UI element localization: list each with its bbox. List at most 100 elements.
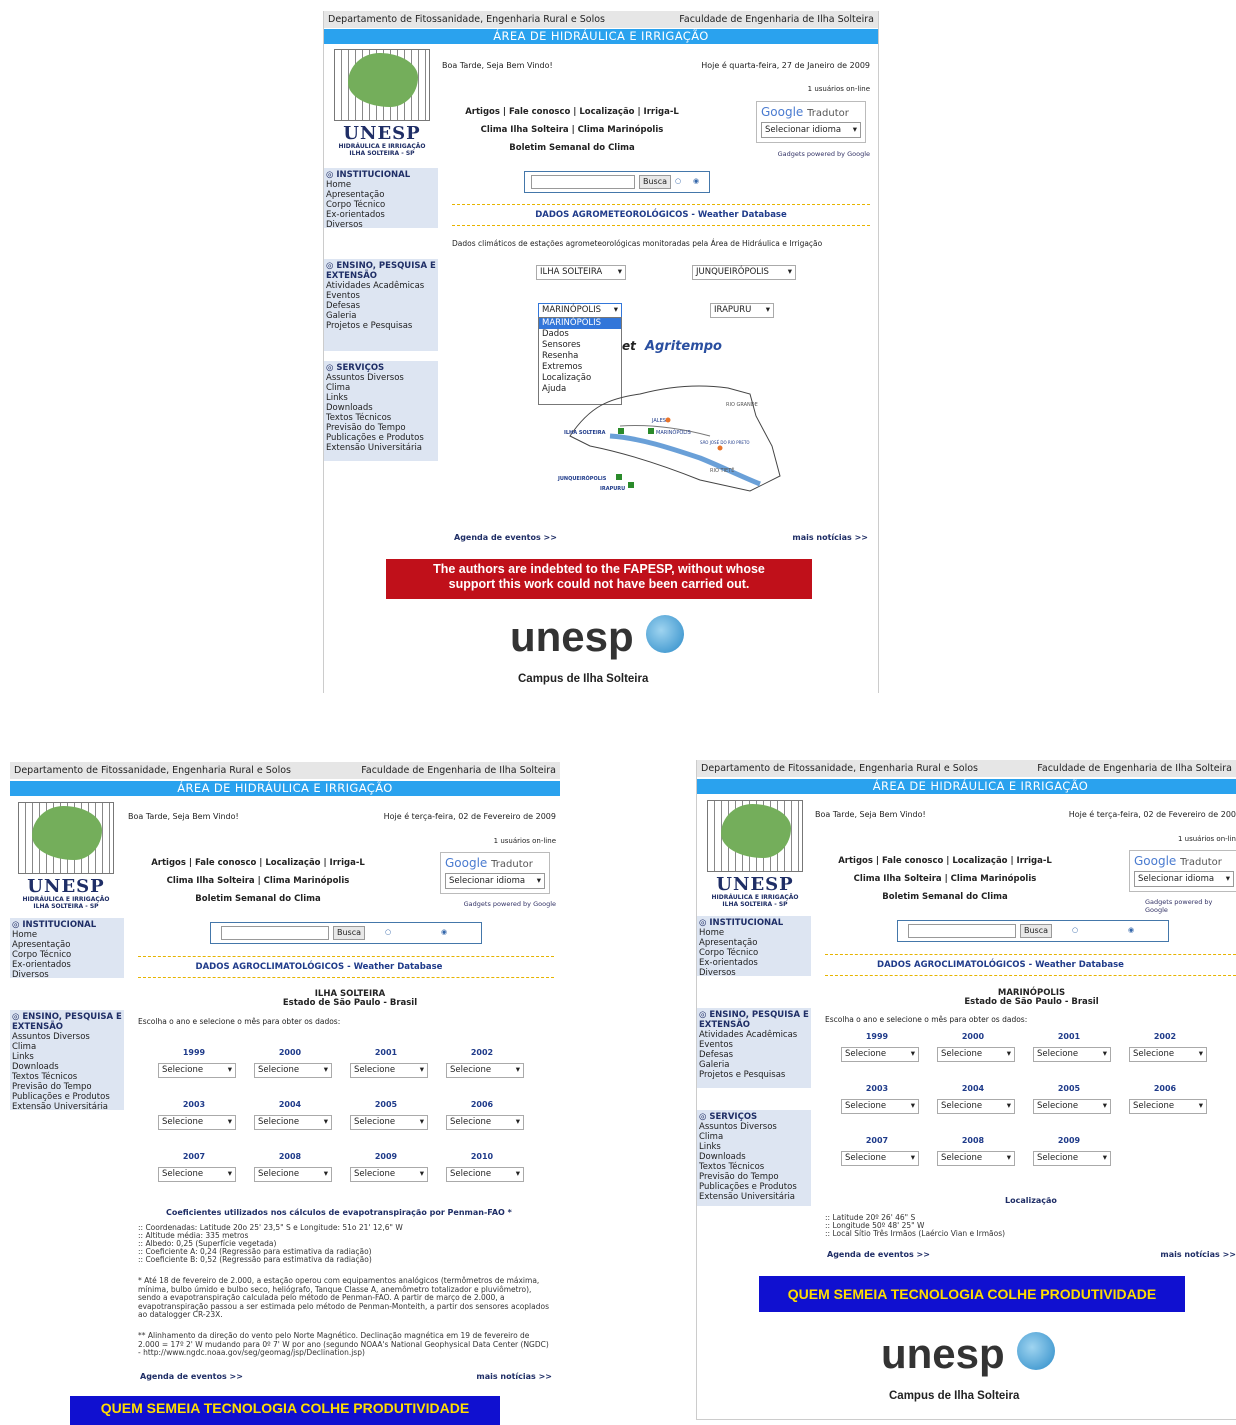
sidebar-item[interactable]: Links [699,1142,811,1152]
gadgets-link[interactable]: Gadgets powered by Google [778,150,870,158]
radio-internet[interactable]: ○ [385,928,391,936]
sidebar-item[interactable]: Projetos e Pesquisas [699,1070,811,1080]
sidebar-item-apresentacao[interactable]: Apresentação [326,190,438,200]
nav-line-3[interactable]: Boletim Semanal do Clima [442,143,702,153]
month-select-2007[interactable]: Selecione [158,1167,236,1182]
sidebar-item[interactable]: Atividades Acadêmicas [699,1030,811,1040]
sidebar-item[interactable]: Previsão do Tempo [699,1172,811,1182]
search-input[interactable] [531,175,635,189]
sidebar-item[interactable]: Publicações e Produtos [699,1182,811,1192]
month-select-2008[interactable]: Selecione [937,1151,1015,1166]
month-select-1999[interactable]: Selecione [158,1063,236,1078]
gadgets-link[interactable]: Gadgets powered by Google [464,900,556,908]
radio-site[interactable]: ◉ [441,928,447,936]
search-input[interactable] [908,924,1016,938]
sidebar-item[interactable]: Defesas [326,301,438,311]
month-select-2006[interactable]: Selecione [446,1115,524,1130]
dropdown-option[interactable]: Dados [539,329,621,340]
radio-internet[interactable]: ○ [675,177,681,185]
dropdown-option[interactable]: Resenha [539,351,621,362]
radio-site[interactable]: ◉ [693,177,699,185]
nav-line-2[interactable]: Clima Ilha Solteira | Clima Marinópolis [442,125,702,135]
month-select-2006[interactable]: Selecione [1129,1099,1207,1114]
sidebar-item[interactable]: Projetos e Pesquisas [326,321,438,331]
nav-line-1[interactable]: Artigos | Fale conosco | Localização | I… [128,858,388,868]
sidebar-item[interactable]: Publicações e Produtos [12,1092,124,1102]
sidebar-item[interactable]: Clima [326,383,438,393]
sidebar-item[interactable]: Extensão Universitária [12,1102,124,1112]
language-select[interactable]: Selecionar idioma [1134,871,1234,887]
sidebar-item[interactable]: Previsão do Tempo [326,423,438,433]
sidebar-item-ex-orientados[interactable]: Ex-orientados [699,958,811,968]
more-news-link[interactable]: mais notícias >> [476,1372,552,1381]
dropdown-option[interactable]: Sensores [539,340,621,351]
sidebar-item[interactable]: Clima [12,1042,124,1052]
sidebar-item[interactable]: Downloads [12,1062,124,1072]
month-select-2003[interactable]: Selecione [841,1099,919,1114]
sidebar-item-ex-orientados[interactable]: Ex-orientados [326,210,438,220]
sidebar-item[interactable]: Galeria [699,1060,811,1070]
month-select-2009[interactable]: Selecione [1033,1151,1111,1166]
search-input[interactable] [221,926,329,940]
dropdown-option[interactable]: Extremos [539,362,621,373]
sidebar-item[interactable]: Extensão Universitária [326,443,438,453]
sidebar-item[interactable]: Textos Técnicos [12,1072,124,1082]
sidebar-item-apresentacao[interactable]: Apresentação [699,938,811,948]
sidebar-item-diversos[interactable]: Diversos [699,968,811,978]
month-select-2003[interactable]: Selecione [158,1115,236,1130]
sidebar-item-home[interactable]: Home [326,180,438,190]
more-news-link[interactable]: mais notícias >> [1160,1250,1236,1259]
sidebar-item[interactable]: Extensão Universitária [699,1192,811,1202]
month-select-2002[interactable]: Selecione [1129,1047,1207,1062]
sidebar-item-home[interactable]: Home [12,930,124,940]
search-button[interactable]: Busca [1020,924,1052,938]
nav-line-1[interactable]: Artigos | Fale conosco | Localização | I… [442,107,702,117]
agenda-link[interactable]: Agenda de eventos >> [454,533,557,542]
language-select[interactable]: Selecionar idioma [445,873,545,889]
month-select-2010[interactable]: Selecione [446,1167,524,1182]
month-select-2001[interactable]: Selecione [1033,1047,1111,1062]
sidebar-item[interactable]: Defesas [699,1050,811,1060]
station-select-irapuru[interactable]: IRAPURU [710,303,774,318]
sidebar-item-diversos[interactable]: Diversos [12,970,124,980]
nav-line-2[interactable]: Clima Ilha Solteira | Clima Marinópolis [128,876,388,886]
gadgets-link[interactable]: Gadgets powered by Google [1145,898,1236,914]
month-select-2008[interactable]: Selecione [254,1167,332,1182]
sidebar-item[interactable]: Atividades Acadêmicas [326,281,438,291]
sidebar-item[interactable]: Galeria [326,311,438,321]
search-button[interactable]: Busca [639,175,671,189]
unesp-logo[interactable]: UNESP HIDRÁULICA E IRRIGAÇÃO ILHA SOLTEIR… [334,49,434,159]
station-map[interactable]: ILHA SOLTEIRA MARINÓPOLIS JUNQUEIRÓPOLIS… [550,376,784,496]
sidebar-item[interactable]: Textos Técnicos [699,1162,811,1172]
sidebar-item[interactable]: Clima [699,1132,811,1142]
sidebar-item[interactable]: Assuntos Diversos [699,1122,811,1132]
month-select-2002[interactable]: Selecione [446,1063,524,1078]
unesp-logo[interactable]: UNESP HIDRÁULICA E IRRIGAÇÃO ILHA SOLTEIR… [707,800,807,910]
radio-internet[interactable]: ○ [1072,926,1078,934]
sidebar-item[interactable]: Downloads [699,1152,811,1162]
sidebar-item[interactable]: Eventos [326,291,438,301]
month-select-2000[interactable]: Selecione [937,1047,1015,1062]
sidebar-item[interactable]: Previsão do Tempo [12,1082,124,1092]
sidebar-item[interactable]: Textos Técnicos [326,413,438,423]
station-select-junqueiropolis[interactable]: JUNQUEIRÓPOLIS [692,265,796,280]
sidebar-item[interactable]: Assuntos Diversos [12,1032,124,1042]
sidebar-item[interactable]: Eventos [699,1040,811,1050]
nav-line-3[interactable]: Boletim Semanal do Clima [128,894,388,904]
more-news-link[interactable]: mais notícias >> [792,533,868,542]
sidebar-item[interactable]: Links [12,1052,124,1062]
unesp-logo[interactable]: UNESP HIDRÁULICA E IRRIGAÇÃO ILHA SOLTEIR… [18,802,118,912]
month-select-2005[interactable]: Selecione [350,1115,428,1130]
sidebar-item-ex-orientados[interactable]: Ex-orientados [12,960,124,970]
sidebar-item[interactable]: Links [326,393,438,403]
sidebar-item-apresentacao[interactable]: Apresentação [12,940,124,950]
month-select-2001[interactable]: Selecione [350,1063,428,1078]
sidebar-item[interactable]: Assuntos Diversos [326,373,438,383]
month-select-2007[interactable]: Selecione [841,1151,919,1166]
nav-line-2[interactable]: Clima Ilha Solteira | Clima Marinópolis [815,874,1075,884]
sidebar-item-corpo-tecnico[interactable]: Corpo Técnico [326,200,438,210]
sidebar-item[interactable]: Downloads [326,403,438,413]
sidebar-item-diversos[interactable]: Diversos [326,220,438,230]
sidebar-item-corpo-tecnico[interactable]: Corpo Técnico [699,948,811,958]
sidebar-item[interactable]: Publicações e Produtos [326,433,438,443]
